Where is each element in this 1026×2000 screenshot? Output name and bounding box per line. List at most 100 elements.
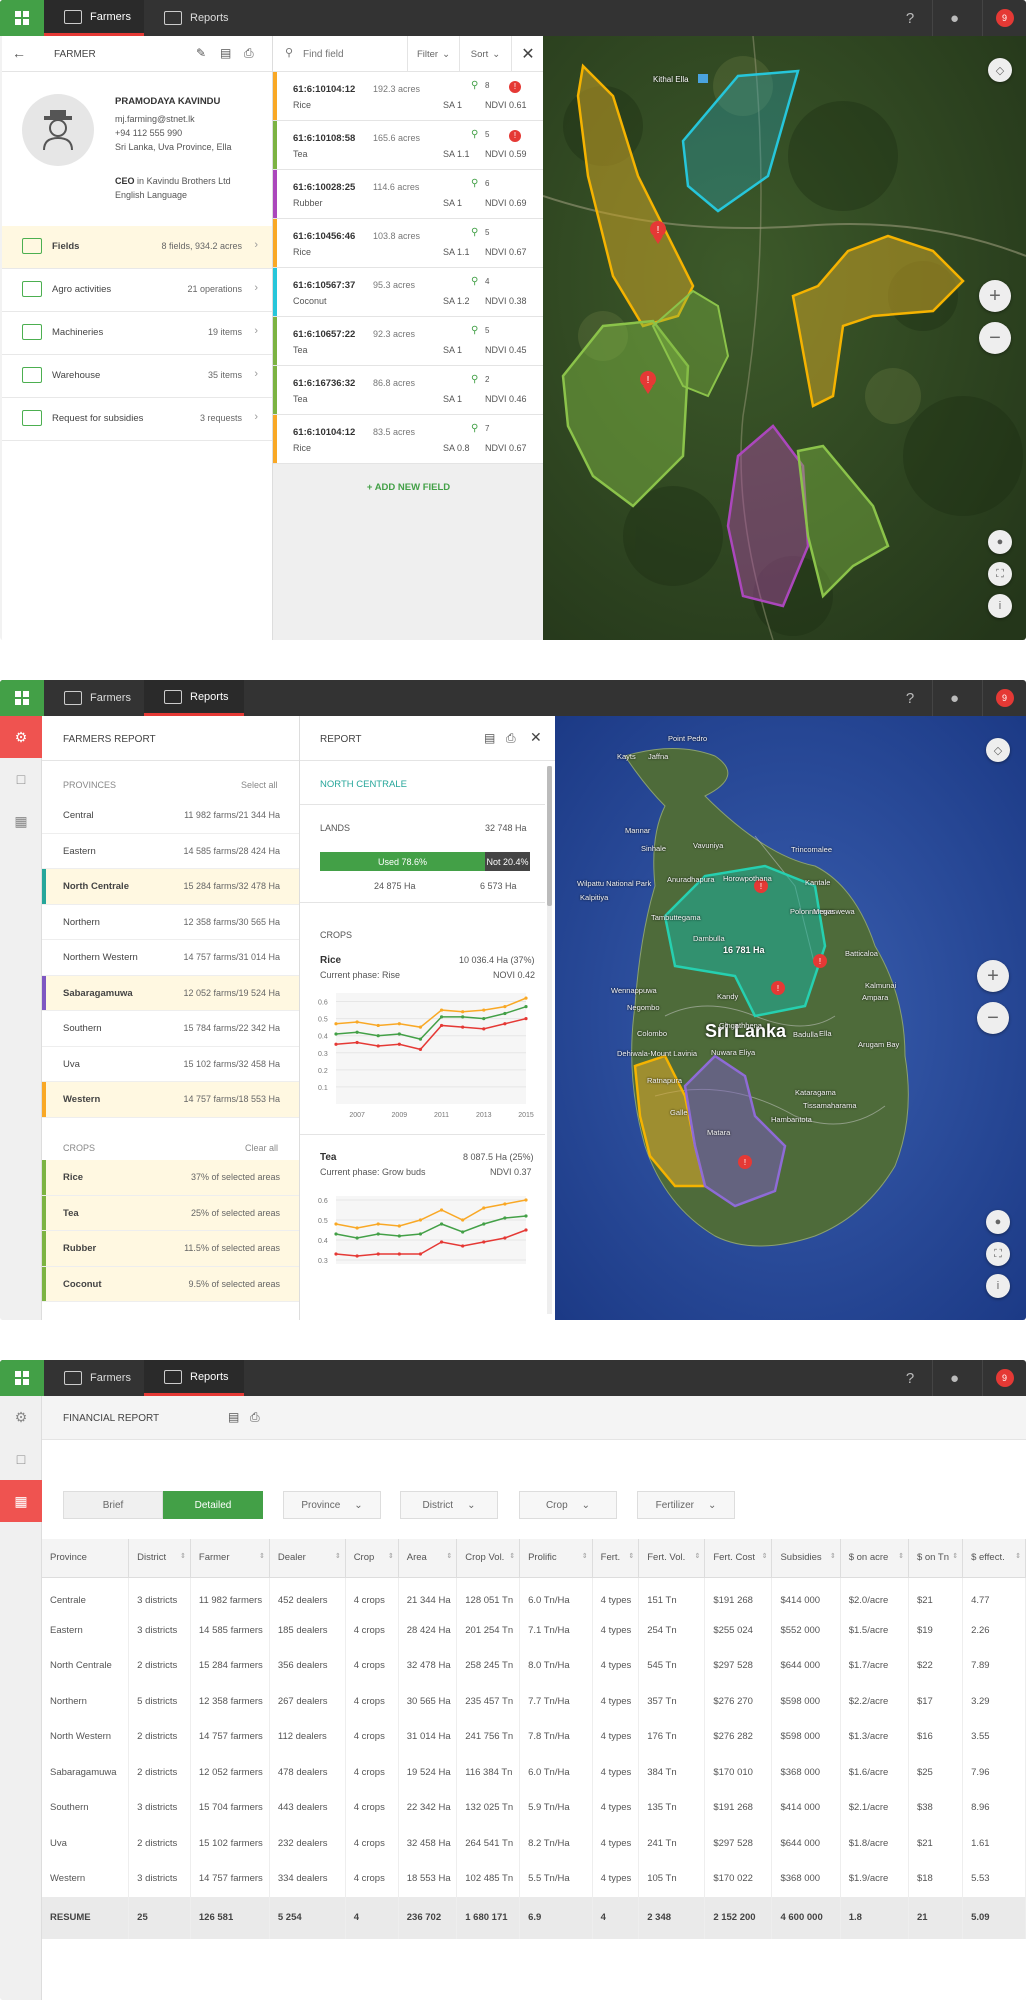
edit-icon[interactable]: ✎ bbox=[196, 46, 206, 60]
column-header[interactable]: Dealer ⇕ bbox=[269, 1539, 346, 1578]
column-header[interactable]: District ⇕ bbox=[128, 1539, 191, 1578]
crop-item[interactable]: Coconut 9.5% of selected areas bbox=[42, 1266, 299, 1302]
info-icon[interactable]: i bbox=[988, 594, 1012, 618]
column-header[interactable]: Area ⇕ bbox=[398, 1539, 458, 1578]
tab-farmers[interactable]: Farmers bbox=[44, 0, 144, 36]
filter-district-dropdown[interactable]: District ⌄ bbox=[400, 1491, 498, 1519]
column-header[interactable]: Subsidies ⇕ bbox=[771, 1539, 841, 1578]
layers-icon[interactable]: ◇ bbox=[986, 738, 1010, 762]
filter-dropdown[interactable]: Filter ⌄ bbox=[407, 36, 459, 72]
user-icon[interactable]: ● bbox=[932, 1360, 976, 1396]
column-header[interactable]: Fert. Vol. ⇕ bbox=[638, 1539, 706, 1578]
province-item[interactable]: Uva 15 102 farms/32 458 Ha bbox=[42, 1046, 299, 1082]
province-item[interactable]: Southern 15 784 farms/22 342 Ha bbox=[42, 1011, 299, 1047]
farmer-email[interactable]: mj.farming@stnet.lk bbox=[115, 114, 195, 124]
sidebar-finance-icon[interactable]: ▦ bbox=[0, 1480, 42, 1522]
filter-fertilizer-dropdown[interactable]: Fertilizer ⌄ bbox=[637, 1491, 735, 1519]
province-item[interactable]: Northern Western 14 757 farms/31 014 Ha bbox=[42, 940, 299, 976]
field-list-item[interactable]: 61:6:16736:32 86.8 acres Tea SA 1 NDVI 0.46 ⚲… bbox=[273, 366, 544, 415]
document-icon[interactable]: ▤ bbox=[228, 1410, 239, 1424]
print-icon[interactable]: ⎙ bbox=[250, 1410, 260, 1425]
table-row[interactable]: North Western 2 districts 14 757 farmers 11… bbox=[42, 1719, 1026, 1755]
street-view-icon[interactable]: ● bbox=[986, 1210, 1010, 1234]
zoom-out-button[interactable]: − bbox=[977, 1002, 1009, 1034]
table-row[interactable]: Eastern 3 districts 14 585 farmers 185 deal… bbox=[42, 1612, 1026, 1648]
field-list-item[interactable]: 61:6:10456:46 103.8 acres Rice SA 1.1 NDVI 0… bbox=[273, 219, 544, 268]
farmer-menu-item[interactable]: Machineries 19 items › bbox=[2, 312, 272, 355]
user-icon[interactable]: ● bbox=[932, 680, 976, 716]
back-arrow-icon[interactable]: ← bbox=[12, 45, 26, 61]
column-header[interactable]: Crop Vol. ⇕ bbox=[456, 1539, 521, 1578]
farmer-menu-item[interactable]: Warehouse 35 items › bbox=[2, 355, 272, 398]
province-item[interactable]: Sabaragamuwa 12 052 farms/19 524 Ha bbox=[42, 975, 299, 1011]
table-row[interactable]: North Centrale 2 districts 15 284 farmers 3… bbox=[42, 1648, 1026, 1684]
street-view-icon[interactable]: ● bbox=[988, 530, 1012, 554]
field-list-item[interactable]: 61:6:10028:25 114.6 acres Rubber SA 1 NDVI 0… bbox=[273, 170, 544, 219]
app-logo-icon[interactable] bbox=[0, 0, 44, 36]
province-item[interactable]: Eastern 14 585 farms/28 424 Ha bbox=[42, 833, 299, 869]
table-row[interactable]: Southern 3 districts 15 704 farmers 443 dea… bbox=[42, 1790, 1026, 1826]
sidebar-farmers-report-icon[interactable]: ⚙ bbox=[0, 716, 42, 758]
notifications-button[interactable]: 9 bbox=[982, 1360, 1026, 1396]
province-item[interactable]: Northern 12 358 farms/30 565 Ha bbox=[42, 904, 299, 940]
table-row[interactable]: Centrale 3 districts 11 982 farmers 452 dea… bbox=[42, 1577, 1026, 1613]
zoom-in-button[interactable]: + bbox=[979, 280, 1011, 312]
scrollbar[interactable] bbox=[547, 766, 552, 1314]
crop-item[interactable]: Tea 25% of selected areas bbox=[42, 1195, 299, 1231]
select-all-link[interactable]: Select all bbox=[241, 780, 278, 790]
field-list-item[interactable]: 61:6:10657:22 92.3 acres Tea SA 1 NDVI 0.45 ⚲… bbox=[273, 317, 544, 366]
province-item[interactable]: North Centrale 15 284 farms/32 478 Ha bbox=[42, 869, 299, 905]
help-icon[interactable]: ? bbox=[888, 1360, 932, 1396]
sidebar-farmers-report-icon[interactable]: ⚙ bbox=[0, 1396, 42, 1438]
column-header[interactable]: Fert. ⇕ bbox=[592, 1539, 640, 1578]
sort-dropdown[interactable]: Sort ⌄ bbox=[459, 36, 511, 72]
country-map[interactable]: !!!! Sri Lanka 16 781 Ha Point Pedro Kayt… bbox=[555, 716, 1026, 1320]
column-header[interactable]: $ on Tn ⇕ bbox=[908, 1539, 964, 1578]
province-item[interactable]: Western 14 757 farms/18 553 Ha bbox=[42, 1082, 299, 1118]
column-header[interactable]: Fert. Cost ⇕ bbox=[704, 1539, 773, 1578]
column-header[interactable]: $ effect. ⇕ bbox=[962, 1539, 1026, 1578]
tab-reports[interactable]: Reports bbox=[144, 680, 244, 716]
notifications-button[interactable]: 9 bbox=[982, 0, 1026, 36]
document-icon[interactable]: ▤ bbox=[484, 731, 495, 745]
close-icon[interactable]: ✕ bbox=[530, 729, 542, 746]
close-icon[interactable]: ✕ bbox=[511, 36, 544, 72]
table-row[interactable]: Northern 5 districts 12 358 farmers 267 dea… bbox=[42, 1683, 1026, 1719]
fullscreen-icon[interactable]: ⛶ bbox=[986, 1242, 1010, 1266]
fullscreen-icon[interactable]: ⛶ bbox=[988, 562, 1012, 586]
column-header[interactable]: $ on acre ⇕ bbox=[840, 1539, 909, 1578]
zoom-in-button[interactable]: + bbox=[977, 960, 1009, 992]
filter-crop-dropdown[interactable]: Crop ⌄ bbox=[519, 1491, 617, 1519]
user-icon[interactable]: ● bbox=[932, 0, 976, 36]
field-list-item[interactable]: 61:6:10567:37 95.3 acres Coconut SA 1.2 NDVI… bbox=[273, 268, 544, 317]
field-list-item[interactable]: 61:6:10108:58 165.6 acres Tea SA 1.1 NDVI 0.… bbox=[273, 121, 544, 170]
zoom-out-button[interactable]: − bbox=[979, 322, 1011, 354]
detailed-toggle[interactable]: Detailed bbox=[163, 1491, 263, 1519]
sidebar-bottle-icon[interactable]: □ bbox=[0, 1438, 42, 1480]
tab-farmers[interactable]: Farmers bbox=[44, 1360, 144, 1396]
print-icon[interactable]: ⎙ bbox=[244, 46, 254, 61]
crop-item[interactable]: Rubber 11.5% of selected areas bbox=[42, 1231, 299, 1267]
notifications-button[interactable]: 9 bbox=[982, 680, 1026, 716]
print-icon[interactable]: ⎙ bbox=[506, 731, 516, 746]
table-row[interactable]: Uva 2 districts 15 102 farmers 232 dealers 4… bbox=[42, 1825, 1026, 1861]
crop-item[interactable]: Rice 37% of selected areas bbox=[42, 1160, 299, 1196]
table-row[interactable]: Western 3 districts 14 757 farmers 334 deal… bbox=[42, 1861, 1026, 1897]
info-icon[interactable]: i bbox=[986, 1274, 1010, 1298]
add-field-button[interactable]: + ADD NEW FIELD bbox=[273, 482, 544, 493]
brief-toggle[interactable]: Brief bbox=[63, 1491, 163, 1519]
layers-icon[interactable]: ◇ bbox=[988, 58, 1012, 82]
column-header[interactable]: Crop ⇕ bbox=[345, 1539, 399, 1578]
document-icon[interactable]: ▤ bbox=[220, 46, 231, 60]
field-list-item[interactable]: 61:6:10104:12 192.3 acres Rice SA 1 NDVI 0.6… bbox=[273, 72, 544, 121]
filter-province-dropdown[interactable]: Province ⌄ bbox=[283, 1491, 381, 1519]
help-icon[interactable]: ? bbox=[888, 0, 932, 36]
tab-farmers[interactable]: Farmers bbox=[44, 680, 144, 716]
find-field-input[interactable] bbox=[303, 45, 393, 63]
column-header[interactable]: Farmer ⇕ bbox=[190, 1539, 270, 1578]
farmer-menu-item[interactable]: Request for subsidies 3 requests › bbox=[2, 398, 272, 441]
tab-reports[interactable]: Reports bbox=[144, 0, 244, 36]
clear-all-link[interactable]: Clear all bbox=[245, 1143, 278, 1153]
table-row[interactable]: Sabaragamuwa 2 districts 12 052 farmers 478… bbox=[42, 1754, 1026, 1790]
tab-reports[interactable]: Reports bbox=[144, 1360, 244, 1396]
